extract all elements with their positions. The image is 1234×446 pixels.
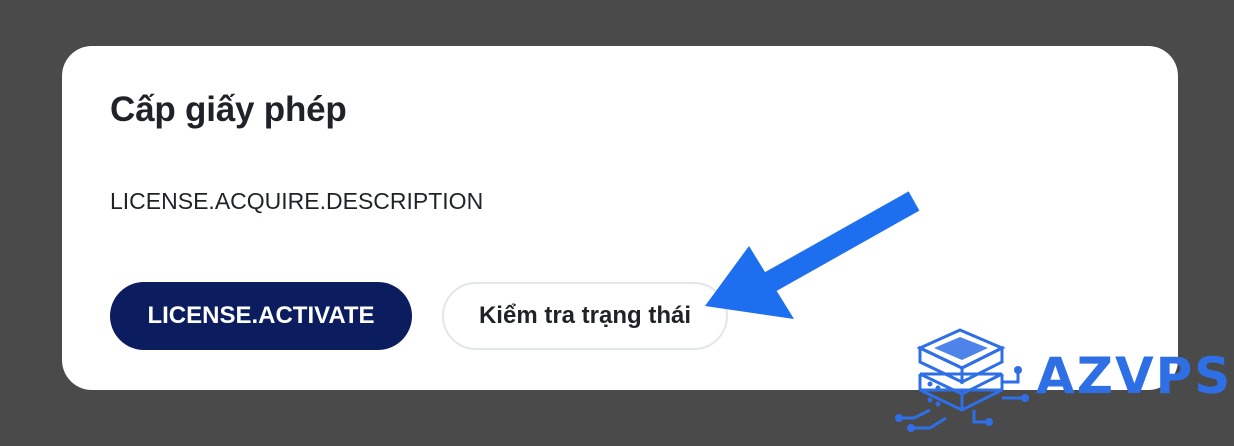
azvps-watermark: AZVPS [890, 318, 1230, 440]
activate-license-button[interactable]: LICENSE.ACTIVATE [110, 282, 412, 350]
check-status-button[interactable]: Kiểm tra trạng thái [442, 282, 728, 350]
dialog-description: LICENSE.ACQUIRE.DESCRIPTION [110, 188, 484, 214]
dialog-title: Cấp giấy phép [110, 90, 347, 129]
watermark-text: AZVPS [1036, 347, 1233, 405]
server-stack-icon [895, 328, 1029, 432]
